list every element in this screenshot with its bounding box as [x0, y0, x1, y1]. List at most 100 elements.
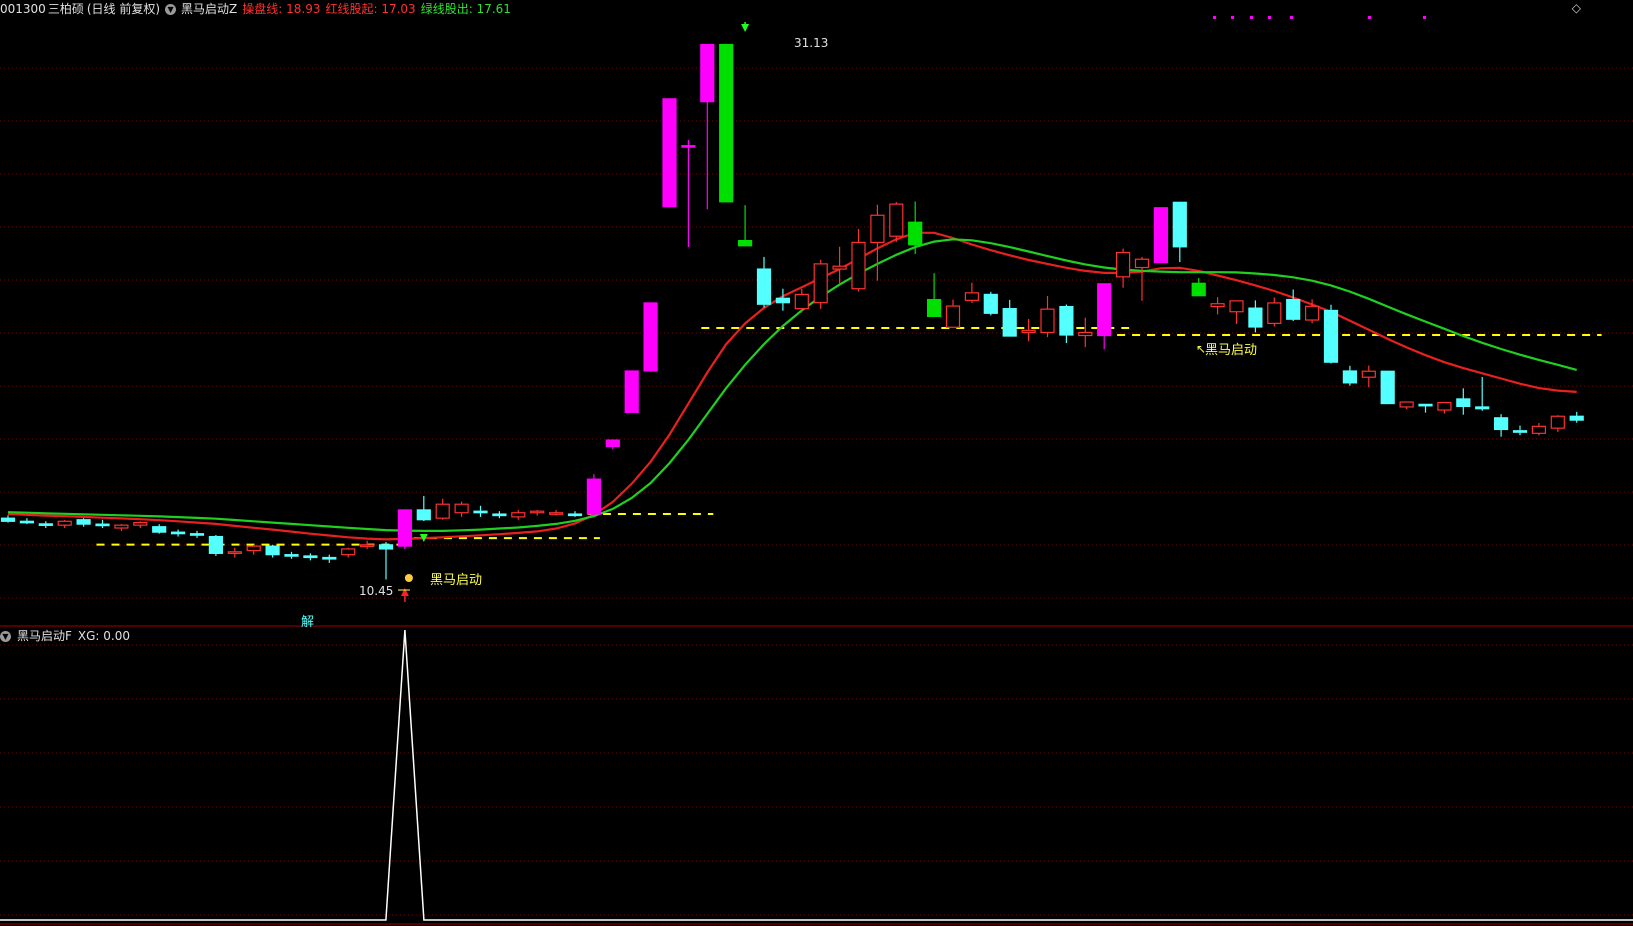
candle-body: [1248, 307, 1263, 328]
candle[interactable]: [530, 509, 545, 516]
candle[interactable]: [1437, 401, 1452, 414]
hand-pointer-icon: [404, 574, 413, 582]
candle[interactable]: [246, 544, 261, 555]
candle[interactable]: [1021, 318, 1036, 342]
candle[interactable]: [1399, 401, 1414, 410]
candle[interactable]: [662, 98, 677, 208]
candle[interactable]: [719, 43, 734, 203]
candle[interactable]: [870, 204, 885, 281]
candle[interactable]: [265, 544, 280, 558]
candle[interactable]: [813, 259, 828, 309]
candle[interactable]: [1418, 403, 1433, 413]
candle[interactable]: [700, 43, 715, 210]
candle[interactable]: [1134, 256, 1150, 301]
candle[interactable]: [1267, 297, 1282, 327]
candle[interactable]: [416, 495, 431, 522]
candle[interactable]: [1097, 283, 1112, 350]
candle[interactable]: [1286, 289, 1301, 322]
candle[interactable]: [1531, 422, 1547, 436]
candle[interactable]: [681, 139, 696, 248]
candle-body: [1021, 329, 1036, 334]
candle[interactable]: [1456, 388, 1471, 415]
low-price-label: 10.45: [359, 584, 393, 598]
candle[interactable]: [1569, 411, 1584, 423]
candle[interactable]: [1172, 201, 1187, 263]
jie-tag[interactable]: 解: [301, 615, 314, 630]
candle[interactable]: [1475, 376, 1490, 411]
candles[interactable]: [0, 43, 1584, 580]
candle[interactable]: [1342, 365, 1358, 386]
candle-body: [341, 548, 356, 556]
candle[interactable]: [454, 501, 469, 517]
candle[interactable]: [1210, 297, 1225, 315]
candle[interactable]: [851, 228, 866, 292]
candle[interactable]: [737, 205, 753, 247]
candle[interactable]: [1493, 414, 1509, 437]
candle-body: [681, 145, 696, 148]
candle[interactable]: [983, 291, 998, 316]
candle[interactable]: [586, 474, 602, 515]
price-chart-svg[interactable]: 31.13 10.45 黑马启动 黑马启动 解 ↖: [0, 0, 1633, 926]
candle[interactable]: [1059, 304, 1074, 344]
candle-body: [435, 503, 450, 519]
candle[interactable]: [1248, 300, 1263, 333]
candle[interactable]: [208, 534, 223, 556]
candle[interactable]: [284, 551, 299, 559]
candle-body: [1210, 303, 1225, 308]
candle[interactable]: [1229, 300, 1244, 324]
candle[interactable]: [945, 299, 961, 328]
candle-body: [0, 517, 16, 522]
candle[interactable]: [341, 547, 356, 558]
candle[interactable]: [511, 509, 526, 520]
candle[interactable]: [1040, 295, 1055, 338]
candle[interactable]: [889, 202, 904, 242]
candle[interactable]: [114, 524, 129, 531]
candle[interactable]: [0, 515, 16, 523]
candle[interactable]: [1323, 304, 1339, 364]
candle[interactable]: [1115, 248, 1131, 288]
candle[interactable]: [133, 521, 148, 529]
candle[interactable]: [189, 530, 205, 538]
candle[interactable]: [322, 554, 337, 563]
candle[interactable]: [1361, 365, 1376, 388]
candle[interactable]: [567, 511, 583, 517]
candle[interactable]: [624, 370, 639, 413]
candle[interactable]: [548, 509, 564, 516]
candle[interactable]: [605, 439, 620, 450]
candle[interactable]: [360, 540, 375, 549]
kline-chart-window: 001300 三柏硕 (日线 前复权) ▼ 黑马启动Z 操盘线: 18.93 红线股起: 1…: [0, 0, 1633, 926]
candle-body: [1286, 298, 1301, 320]
candle[interactable]: [775, 288, 791, 311]
candle-body: [813, 263, 828, 304]
candle[interactable]: [1002, 299, 1017, 337]
candle[interactable]: [171, 529, 186, 537]
candle[interactable]: [19, 518, 34, 525]
candle-body: [378, 544, 394, 550]
candle[interactable]: [1153, 207, 1169, 264]
candle[interactable]: [227, 547, 242, 558]
candle[interactable]: [1191, 278, 1206, 297]
candle[interactable]: [378, 541, 394, 580]
candle[interactable]: [152, 524, 167, 534]
candle-body: [643, 302, 658, 372]
candle[interactable]: [473, 505, 488, 517]
candle[interactable]: [57, 519, 72, 529]
candle[interactable]: [794, 288, 809, 313]
candle[interactable]: [756, 256, 772, 308]
candle[interactable]: [1380, 370, 1395, 405]
candle[interactable]: [926, 273, 942, 317]
candle[interactable]: [397, 509, 412, 549]
candle[interactable]: [492, 511, 507, 519]
candle-body: [152, 526, 167, 533]
candle[interactable]: [38, 521, 53, 529]
candle[interactable]: [964, 282, 980, 303]
candle-body: [38, 523, 53, 526]
candle[interactable]: [435, 498, 450, 520]
candle[interactable]: [1512, 425, 1528, 436]
candle[interactable]: [1078, 317, 1093, 348]
candle[interactable]: [643, 302, 658, 372]
candle[interactable]: [1550, 415, 1565, 433]
candle[interactable]: [76, 518, 91, 527]
candle[interactable]: [303, 553, 318, 561]
candle[interactable]: [95, 519, 110, 529]
